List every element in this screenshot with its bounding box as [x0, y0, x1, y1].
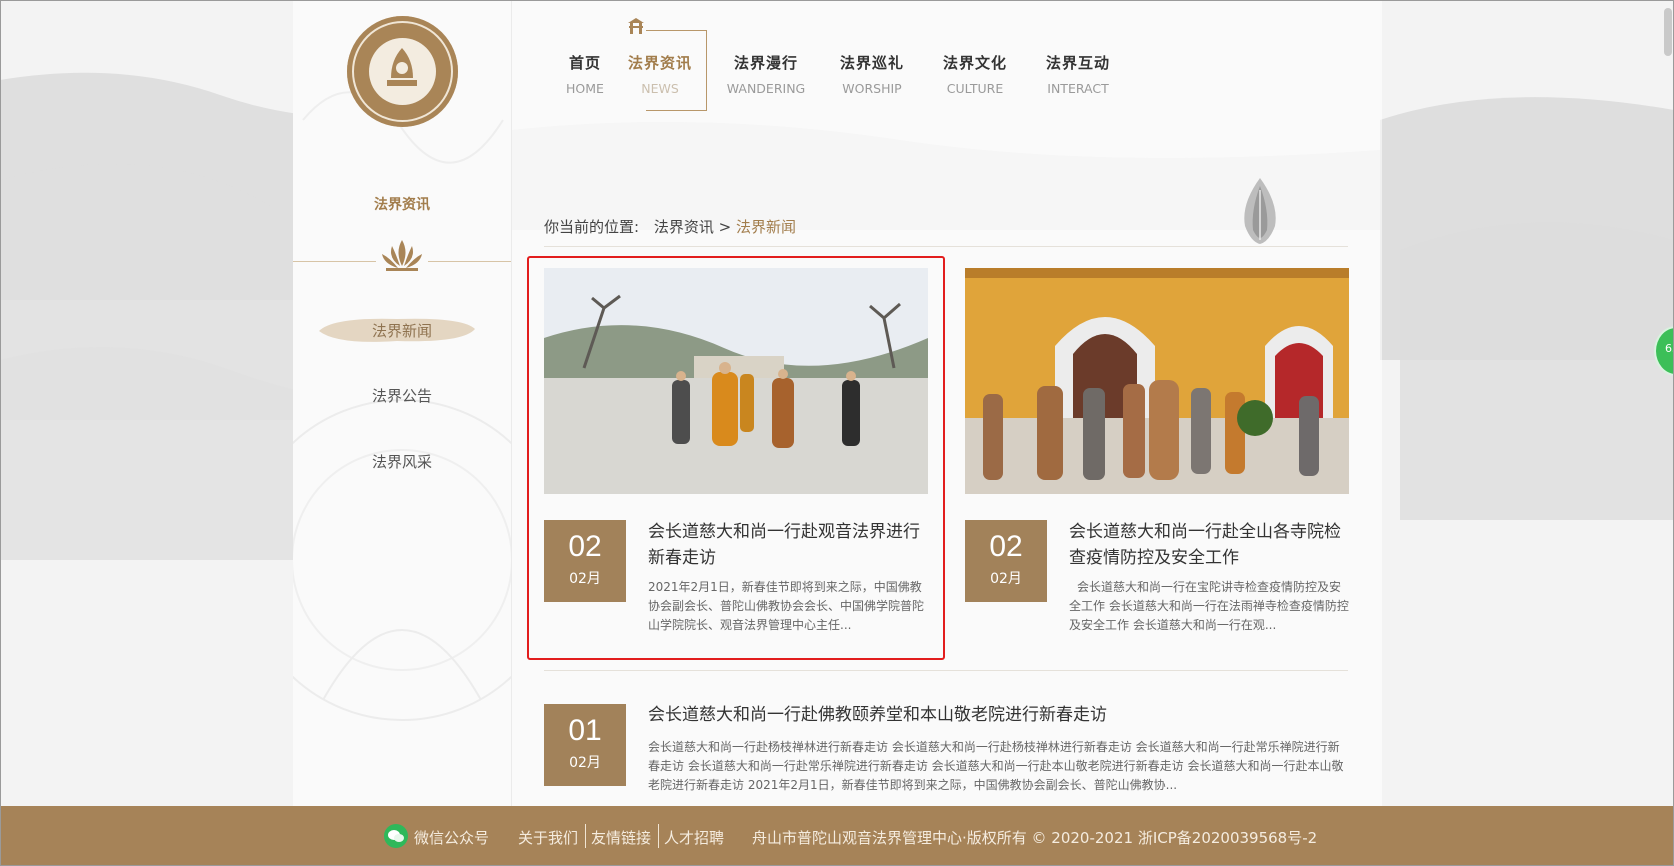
breadcrumb-current: 法界新闻 [736, 218, 797, 236]
footer-separator [585, 824, 586, 848]
article-photo-1 [544, 268, 928, 494]
article-excerpt-1: 2021年2月1日，新春佳节即将到来之际，中国佛教协会副会长、普陀山佛教协会会长… [648, 580, 925, 632]
article-month-1: 02月 [569, 571, 601, 587]
article-photo-2 [965, 268, 1349, 494]
article-month-3: 02月 [569, 755, 601, 771]
footer-link-about[interactable]: 关于我们 [518, 827, 578, 848]
article-excerpt-3: 会长道慈大和尚一行赴杨枝禅林进行新春走访 会长道慈大和尚一行赴杨枝禅林进行新春走… [648, 740, 1344, 792]
nav-culture-cn: 法界文化 [942, 54, 1007, 72]
nav-interact-cn: 法界互动 [1045, 54, 1110, 72]
wechat-glyph [388, 830, 404, 842]
footer-link-friends[interactable]: 友情链接 [591, 827, 651, 848]
article-row-3[interactable]: 01 02月 会长道慈大和尚一行赴佛教颐养堂和本山敬老院进行新春走访 会长道慈大… [544, 704, 1348, 804]
nav-wandering-en: WANDERING [726, 81, 806, 96]
article-title-1[interactable]: 会长道慈大和尚一行赴观音法界进行新春走访 [648, 519, 930, 571]
article-excerpt-2: 会长道慈大和尚一行在宝陀讲寺检查疫情防控及安全工作 会长道慈大和尚一行在法雨禅寺… [1069, 580, 1349, 632]
article-date-3: 01 02月 [544, 704, 626, 786]
nav-worship-cn: 法界巡礼 [839, 54, 904, 72]
article-month-2: 02月 [990, 571, 1022, 587]
bodhi-leaf-icon [1244, 178, 1276, 244]
footer: 微信公众号 关于我们 友情链接 人才招聘 舟山市普陀山观音法界管理中心·版权所有… [0, 806, 1674, 866]
breadcrumb-prefix: 你当前的位置: [544, 218, 640, 236]
footer-separator [658, 824, 659, 848]
breadcrumb: 你当前的位置: 法界资讯 > 法界新闻 [544, 216, 796, 237]
nav-interact-en: INTERACT [1047, 81, 1109, 96]
article-date-1: 02 02月 [544, 520, 626, 602]
left-sidebar: 法界资讯 法界新闻 法界公告 法界风采 [293, 0, 511, 806]
lotus-icon [376, 240, 428, 271]
article-day-2: 02 [989, 530, 1023, 563]
logo-inner [369, 38, 436, 105]
article-title-3[interactable]: 会长道慈大和尚一行赴佛教颐养堂和本山敬老院进行新春走访 [648, 702, 1348, 728]
nav-worship[interactable]: 法界巡礼 WORSHIP [817, 52, 927, 96]
wechat-icon[interactable] [384, 824, 408, 848]
nav-worship-en: WORSHIP [842, 81, 902, 96]
article-date-2: 02 02月 [965, 520, 1047, 602]
breadcrumb-parent[interactable]: 法界资讯 [654, 218, 714, 236]
nav-culture-en: CULTURE [946, 81, 1004, 96]
sidebar-section-title: 法界资讯 [374, 197, 430, 213]
nav-news[interactable]: 法界资讯 NEWS [605, 52, 715, 96]
list-divider [544, 670, 1348, 671]
sidebar-item-notice[interactable]: 法界公告 [293, 385, 511, 406]
breadcrumb-divider [544, 246, 1348, 247]
breadcrumb-separator: > [718, 218, 732, 236]
nav-culture[interactable]: 法界文化 CULTURE [920, 52, 1030, 96]
footer-link-jobs[interactable]: 人才招聘 [664, 827, 724, 848]
nav-wandering[interactable]: 法界漫行 WANDERING [711, 52, 821, 96]
article-title-2[interactable]: 会长道慈大和尚一行赴全山各寺院检查疫情防控及安全工作 [1069, 519, 1351, 571]
article-day-3: 01 [568, 714, 602, 747]
article-card-2[interactable]: 02 02月 会长道慈大和尚一行赴全山各寺院检查疫情防控及安全工作 会长道慈大和… [965, 268, 1349, 644]
footer-copyright: 舟山市普陀山观音法界管理中心·版权所有 © 2020-2021 浙ICP备202… [752, 829, 1318, 847]
nav-news-cn: 法界资讯 [627, 54, 692, 72]
buddha-icon [387, 48, 417, 86]
sidebar-item-news[interactable]: 法界新闻 [293, 320, 511, 341]
floating-badge-text: 65 [1665, 342, 1674, 355]
gate-icon [628, 18, 644, 34]
nav-news-en: NEWS [641, 81, 679, 96]
article-card-1[interactable]: 02 02月 会长道慈大和尚一行赴观音法界进行新春走访 2021年2月1日，新春… [544, 268, 928, 644]
nav-wandering-cn: 法界漫行 [733, 54, 798, 72]
nav-interact[interactable]: 法界互动 INTERACT [1023, 52, 1133, 96]
article-day-1: 02 [568, 530, 602, 563]
sidebar-item-style[interactable]: 法界风采 [293, 451, 511, 472]
scrollbar-thumb[interactable] [1664, 8, 1672, 56]
footer-wechat[interactable]: 微信公众号 [414, 827, 489, 848]
logo[interactable] [347, 16, 458, 127]
